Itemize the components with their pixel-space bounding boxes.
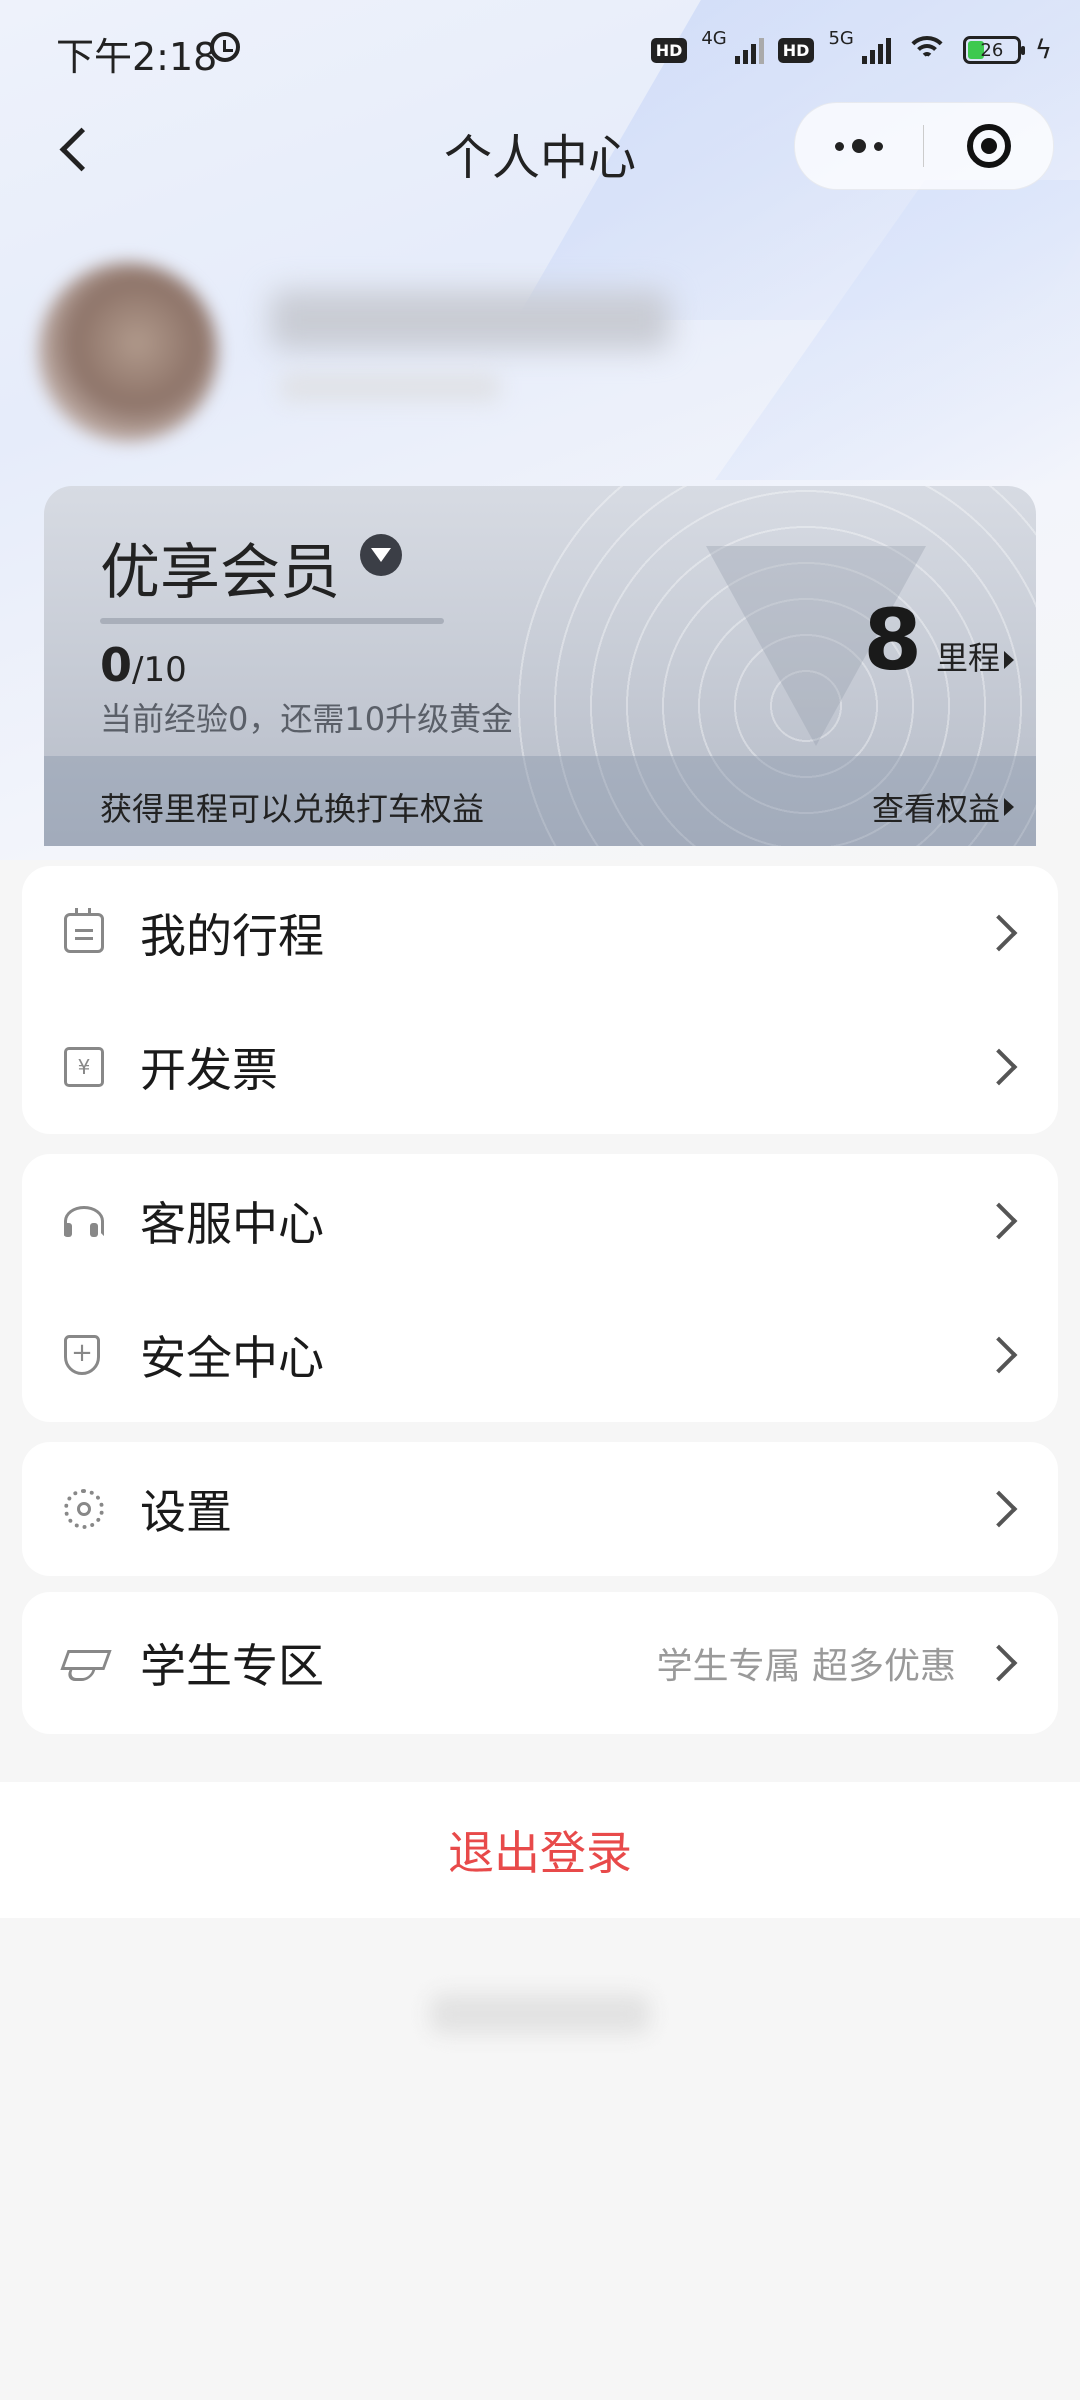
menu-group-settings: 设置 <box>22 1442 1058 1576</box>
shield-plus-icon: + <box>64 1335 100 1375</box>
close-target-icon[interactable] <box>925 103 1053 189</box>
chevron-right-icon <box>980 1048 1018 1086</box>
user-subtitle-blurred <box>280 372 500 402</box>
student-promo-hint: 学生专属 超多优惠 <box>656 1646 956 1687</box>
menu-item-label: 设置 <box>140 1485 232 1539</box>
exp-description: 当前经验0，还需10升级黄金 <box>100 700 514 738</box>
chevron-right-icon <box>980 1202 1018 1240</box>
caret-right-icon <box>1004 798 1014 816</box>
status-indicators: HD 4G HD 5G 26 ϟ <box>650 27 1052 72</box>
status-time: 下午2:18 <box>56 35 218 79</box>
menu-item-trips[interactable]: 我的行程 <box>22 866 1058 1000</box>
chevron-right-icon <box>980 1490 1018 1528</box>
signal-icon <box>734 36 764 64</box>
menu-item-label: 开发票 <box>140 1043 278 1097</box>
mini-program-capsule <box>794 102 1054 190</box>
capsule-divider <box>923 125 924 167</box>
headset-icon <box>64 1206 104 1237</box>
menu-item-invoice[interactable]: ¥ 开发票 <box>22 1000 1058 1134</box>
network-type-label: 4G <box>701 27 727 49</box>
menu-item-label: 安全中心 <box>140 1331 324 1385</box>
menu-item-settings[interactable]: 设置 <box>22 1442 1058 1576</box>
chevron-right-icon <box>980 1644 1018 1682</box>
battery-level: 26 <box>980 39 1004 61</box>
graduation-cap-icon <box>60 1650 112 1670</box>
card-footer: 获得里程可以兑换打车权益 查看权益 <box>44 756 1036 846</box>
dropdown-icon[interactable] <box>360 534 402 576</box>
logout-button[interactable]: 退出登录 <box>448 1817 632 1883</box>
footer-blurred-text <box>430 1994 650 2034</box>
exp-total: /10 <box>132 650 187 690</box>
member-card[interactable]: 优享会员 0/10 当前经验0，还需10升级黄金 8 里程 获得里程可以兑换打车… <box>44 486 1036 846</box>
chevron-right-icon <box>980 914 1018 952</box>
card-footer-text: 获得里程可以兑换打车权益 <box>100 790 485 828</box>
exp-current: 0 <box>100 638 133 692</box>
status-bar: 下午2:18 HD 4G HD 5G 26 ϟ <box>0 0 1080 100</box>
menu-item-label: 我的行程 <box>140 909 324 963</box>
network-type-label: 5G <box>828 27 854 49</box>
hd-badge: HD <box>777 37 815 63</box>
gear-icon <box>64 1489 104 1529</box>
menu-item-safety[interactable]: + 安全中心 <box>22 1288 1058 1422</box>
exp-value: 0/10 <box>100 638 187 692</box>
hd-badge: HD <box>650 37 688 63</box>
signal-icon <box>861 36 891 64</box>
view-benefits-link[interactable]: 查看权益 <box>872 784 1014 830</box>
username-blurred <box>270 290 670 350</box>
mileage-unit: 里程 <box>936 633 1014 679</box>
mileage-value: 8 <box>863 591 922 689</box>
menu-group-orders: 我的行程 ¥ 开发票 <box>22 866 1058 1134</box>
member-level: 优享会员 <box>100 538 340 608</box>
charging-icon: ϟ <box>1034 35 1052 65</box>
invoice-ticket-icon: ¥ <box>64 1047 104 1087</box>
menu-item-label: 学生专区 <box>140 1639 324 1693</box>
calendar-icon <box>64 908 104 953</box>
battery-icon: 26 <box>962 36 1025 64</box>
chevron-right-icon <box>980 1336 1018 1374</box>
more-dots-icon[interactable] <box>795 103 923 189</box>
alarm-icon <box>210 32 240 62</box>
mileage-link[interactable]: 8 里程 <box>864 598 1014 682</box>
logout-bar: 退出登录 <box>0 1782 1080 1918</box>
nav-bar: 个人中心 <box>0 100 1080 200</box>
menu-item-customer-service[interactable]: 客服中心 <box>22 1154 1058 1288</box>
menu-item-student[interactable]: 学生专区 学生专属 超多优惠 <box>22 1592 1058 1734</box>
menu-group-student: 学生专区 学生专属 超多优惠 <box>22 1592 1058 1734</box>
menu-group-support: 客服中心 + 安全中心 <box>22 1154 1058 1422</box>
exp-progress-bar <box>100 618 444 624</box>
wifi-icon <box>904 34 949 66</box>
avatar[interactable] <box>38 262 218 442</box>
menu-item-label: 客服中心 <box>140 1197 324 1251</box>
caret-right-icon <box>1004 651 1014 669</box>
